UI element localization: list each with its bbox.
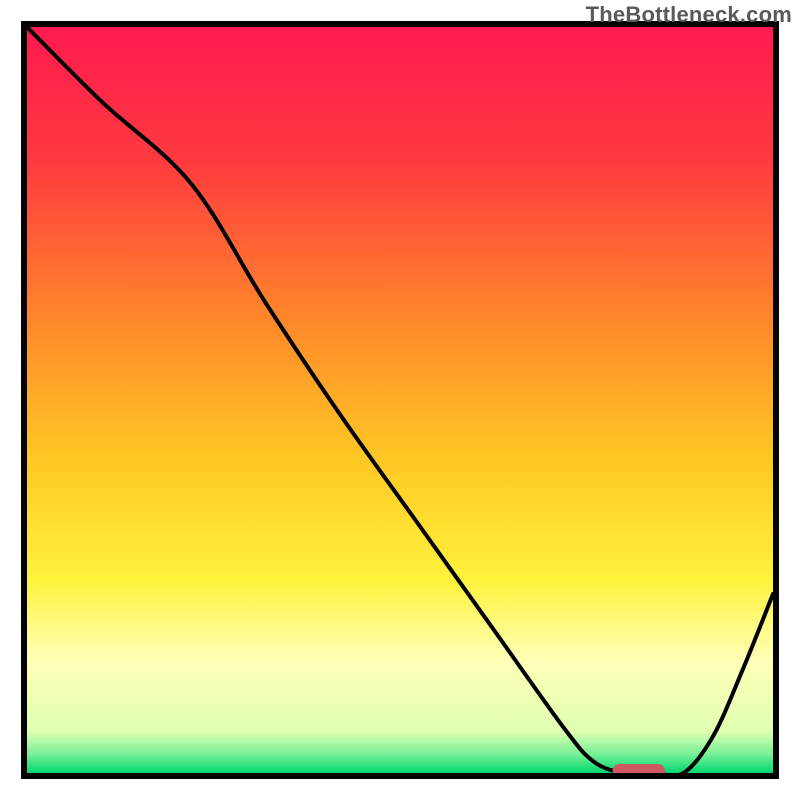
- plot-area: [21, 21, 779, 779]
- bottleneck-curve: [27, 27, 773, 773]
- optimum-marker: [613, 764, 665, 773]
- watermark-text: TheBottleneck.com: [586, 2, 792, 28]
- chart-overlay: [27, 27, 773, 773]
- chart-stage: TheBottleneck.com: [0, 0, 800, 800]
